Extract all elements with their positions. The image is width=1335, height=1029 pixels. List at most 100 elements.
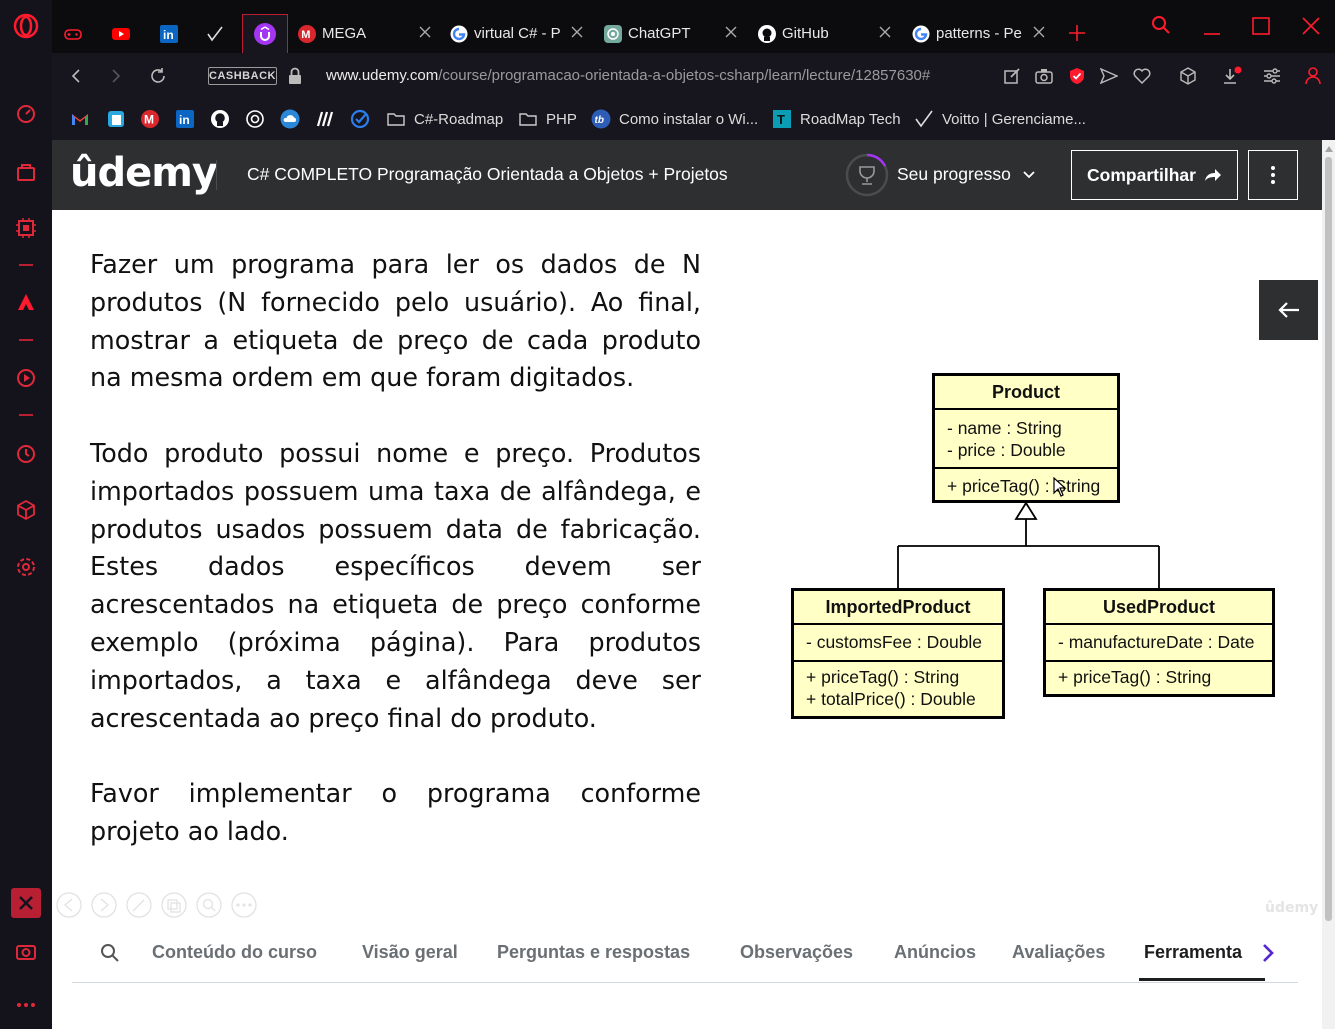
tab-overview[interactable]: Visão geral	[362, 942, 458, 963]
tab-reviews[interactable]: Avaliações	[1012, 942, 1105, 963]
linkedin-icon: in	[160, 24, 178, 43]
sidebar-divider	[19, 264, 33, 266]
tab-voitto[interactable]	[206, 14, 246, 53]
lock-icon[interactable]	[288, 67, 302, 85]
expand-sidebar-button[interactable]	[1259, 280, 1318, 340]
adblock-shield-icon[interactable]	[1068, 67, 1086, 85]
send-icon[interactable]	[1100, 68, 1118, 84]
tab-announcements[interactable]: Anúncios	[894, 942, 976, 963]
udemy-logo[interactable]: ûdemy	[70, 150, 218, 196]
bookmark-notes[interactable]	[106, 108, 134, 130]
tab-notes[interactable]: Observações	[740, 942, 853, 963]
bookmark-voitto[interactable]: Voitto | Gerenciame...	[914, 108, 1086, 130]
more-icon[interactable]	[14, 993, 38, 1017]
progress-ring-icon[interactable]	[845, 153, 889, 197]
tab-gamepad[interactable]	[64, 14, 104, 53]
bookmark-roadmap-tech[interactable]: T RoadMap Tech	[772, 108, 901, 130]
scroll-up-icon[interactable]	[1325, 146, 1333, 152]
tab-google-virtual[interactable]: virtual C# - P	[450, 14, 588, 53]
share-button[interactable]: Compartilhar	[1071, 150, 1238, 200]
speed-dial-icon[interactable]	[14, 102, 38, 126]
slide-paragraph: Todo produto possui nome e preço. Produt…	[90, 437, 701, 733]
more-options-button[interactable]	[1248, 150, 1298, 200]
window-close-icon[interactable]	[1302, 17, 1320, 35]
share-label: Compartilhar	[1087, 164, 1196, 185]
bookmark-mega[interactable]: M	[140, 108, 168, 130]
heart-icon[interactable]	[1133, 68, 1151, 84]
focus-mode-button[interactable]	[11, 888, 41, 918]
checkmark-icon	[915, 110, 933, 128]
google-icon	[450, 25, 468, 42]
tab-mega[interactable]: M MEGA	[298, 14, 436, 53]
bookmark-cloud[interactable]	[280, 108, 308, 130]
svg-text:tb: tb	[595, 115, 604, 126]
bookmark-slash[interactable]	[315, 108, 343, 130]
scrollbar-thumb[interactable]	[1325, 157, 1332, 921]
bookmark-folder-php[interactable]: PHP	[518, 108, 577, 130]
tab-chatgpt[interactable]: ChatGPT	[604, 14, 742, 53]
slash-icon	[316, 111, 334, 127]
url-field[interactable]: www.udemy.com/course/programacao-orienta…	[326, 67, 930, 84]
search-icon[interactable]	[100, 943, 120, 963]
cashback-button[interactable]: CASHBACK	[208, 67, 277, 85]
bookmark-como-instalar[interactable]: tb Como instalar o Wi...	[591, 108, 758, 130]
tab-qa[interactable]: Perguntas e respostas	[497, 942, 690, 963]
page-scrollbar[interactable]	[1322, 140, 1335, 1029]
tab-tools[interactable]: Ferramenta	[1144, 942, 1254, 963]
close-icon[interactable]	[1032, 25, 1046, 39]
back-icon[interactable]	[68, 68, 84, 84]
close-icon[interactable]	[724, 25, 738, 39]
aria-icon[interactable]	[14, 290, 38, 314]
player-icon[interactable]	[14, 366, 38, 390]
tab-course-content[interactable]: Conteúdo do curso	[152, 942, 317, 963]
download-icon[interactable]	[1222, 66, 1242, 86]
bookmark-github[interactable]	[210, 108, 238, 130]
settings-icon[interactable]	[14, 555, 38, 579]
tab-google-patterns[interactable]: patterns - Pe	[912, 14, 1050, 53]
tab-udemy-active[interactable]	[242, 14, 288, 53]
edit-icon[interactable]	[1003, 67, 1021, 85]
progress-button[interactable]: Seu progresso	[897, 164, 1035, 185]
tab-youtube[interactable]	[112, 14, 152, 53]
cube-icon[interactable]	[1179, 67, 1197, 85]
tab-title: GitHub	[782, 25, 829, 42]
bookmark-todo[interactable]	[350, 108, 378, 130]
close-icon[interactable]	[418, 25, 432, 39]
tab-title: ChatGPT	[628, 25, 691, 42]
bookmark-chatgpt[interactable]	[245, 108, 273, 130]
bookmark-gmail[interactable]	[70, 108, 98, 130]
easy-setup-icon[interactable]	[1263, 68, 1281, 84]
snapshot-icon[interactable]	[14, 940, 38, 964]
close-icon[interactable]	[570, 25, 584, 39]
new-tab-icon[interactable]	[1068, 24, 1086, 42]
uml-class-used-product: UsedProduct - manufactureDate : Date + p…	[1043, 588, 1275, 697]
maximize-icon[interactable]	[1252, 17, 1270, 35]
slide-controls[interactable]	[56, 890, 266, 920]
tab-github[interactable]: GitHub	[758, 14, 896, 53]
shopping-icon[interactable]	[14, 160, 38, 184]
tab-linkedin[interactable]: in	[160, 14, 200, 53]
folder-icon	[519, 113, 537, 126]
chevron-right-icon[interactable]	[1260, 942, 1276, 964]
camera-icon[interactable]	[1035, 68, 1053, 84]
extensions-icon[interactable]	[14, 498, 38, 522]
tb-icon: tb	[591, 109, 611, 129]
bookmark-label: Como instalar o Wi...	[619, 110, 759, 128]
sidebar-divider	[19, 339, 33, 341]
bookmark-linkedin[interactable]: in	[175, 108, 203, 130]
course-title[interactable]: C# COMPLETO Programação Orientada a Obje…	[247, 164, 728, 185]
profile-icon[interactable]	[1305, 67, 1321, 85]
forward-icon[interactable]	[108, 68, 124, 84]
minimize-icon[interactable]	[1203, 24, 1221, 36]
reload-icon[interactable]	[149, 67, 167, 85]
chip-icon[interactable]	[14, 216, 38, 240]
mouse-cursor-icon	[1053, 477, 1067, 497]
opera-logo-icon[interactable]	[13, 13, 39, 39]
tabs-divider	[72, 982, 1298, 983]
close-icon[interactable]	[878, 25, 892, 39]
uml-attribute: - manufactureDate : Date	[1058, 632, 1255, 652]
bookmark-folder-csharp[interactable]: C#-Roadmap	[386, 108, 503, 130]
chevron-down-icon	[1023, 170, 1035, 178]
history-icon[interactable]	[14, 442, 38, 466]
tab-search-icon[interactable]	[1151, 15, 1171, 35]
